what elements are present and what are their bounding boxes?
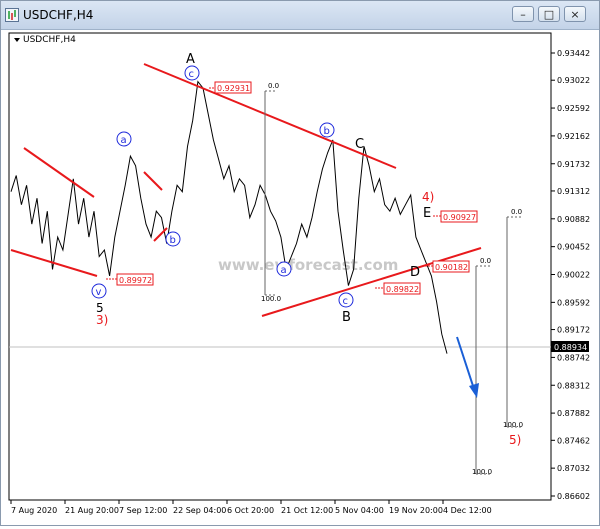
- chart-window: USDCHF,H4 – □ × USDCHF,H4 www.ewforecast…: [0, 0, 600, 526]
- y-tick-label: 0.93022: [557, 76, 590, 85]
- y-tick-label: 0.91732: [557, 160, 590, 169]
- y-tick-label: 0.89172: [557, 326, 590, 335]
- level-label: 0.90182: [435, 263, 468, 272]
- x-tick-label: 4 Dec 12:00: [443, 506, 492, 515]
- level-label: 0.89972: [119, 276, 152, 285]
- fib-label: 0.0: [480, 257, 491, 265]
- watermark-text: www.ewforecast.com: [218, 256, 398, 274]
- wave-label-c: c: [189, 69, 195, 80]
- current-price-label: 0.88934: [554, 343, 587, 352]
- wave-label-A: A: [186, 52, 195, 67]
- wave-label-D: D: [410, 265, 420, 280]
- x-tick-label: 21 Oct 12:00: [281, 506, 333, 515]
- price-chart[interactable]: USDCHF,H4 www.ewforecast.com 0.934420.93…: [1, 30, 599, 525]
- close-button[interactable]: ×: [564, 6, 586, 22]
- y-tick-label: 0.90452: [557, 243, 590, 252]
- minimize-button[interactable]: –: [512, 6, 534, 22]
- fib-label: 100.0: [261, 295, 281, 303]
- y-tick-label: 0.88742: [557, 353, 590, 362]
- y-tick-label: 0.90022: [557, 271, 590, 280]
- wave-label-b: b: [170, 235, 176, 246]
- wave-label-C: C: [355, 137, 364, 152]
- chart-area[interactable]: USDCHF,H4 www.ewforecast.com 0.93442 0.93…: [1, 30, 599, 525]
- fib-label: 100.0: [472, 468, 492, 476]
- x-tick-label: 6 Oct 20:00: [227, 506, 274, 515]
- y-tick-label: 0.87882: [557, 409, 590, 418]
- trendline-left-lower: [10, 249, 98, 277]
- trendline-small-1: [143, 171, 163, 191]
- fib-label: 0.0: [511, 208, 522, 216]
- y-tick-label: 0.91312: [557, 187, 590, 196]
- y-tick-label: 0.89592: [557, 298, 590, 307]
- x-tick-label: 21 Aug 20:00: [65, 506, 119, 515]
- wave-label-E: E: [423, 206, 431, 221]
- y-tick-label: 0.87032: [557, 464, 590, 473]
- level-label: 0.92931: [217, 84, 250, 93]
- y-tick-label: 0.93442: [557, 49, 590, 58]
- wave-label-3: 3): [96, 313, 108, 327]
- x-tick-label: 22 Sep 04:00: [173, 506, 226, 515]
- x-tick-label: 7 Sep 12:00: [119, 506, 167, 515]
- y-tick-label: 0.88312: [557, 381, 590, 390]
- window-title: USDCHF,H4: [23, 8, 94, 22]
- wave-label-a2: a: [281, 265, 287, 276]
- y-tick-label: 0.87462: [557, 436, 590, 445]
- x-axis: 7 Aug 2020 21 Aug 20:00 7 Sep 12:00 22 Sep …: [10, 500, 492, 515]
- window-titlebar[interactable]: USDCHF,H4 – □ ×: [1, 1, 599, 30]
- wave-label-b2: b: [324, 126, 330, 137]
- wave-label-c2: c: [343, 296, 349, 307]
- y-tick-label: 0.92592: [557, 104, 590, 113]
- x-tick-label: 7 Aug 2020: [11, 506, 57, 515]
- price-line: [10, 80, 448, 354]
- wave-label-a: a: [121, 135, 127, 146]
- level-label: 0.89822: [386, 285, 419, 294]
- y-tick-label: 0.90882: [557, 215, 590, 224]
- trendline-a-c: [143, 63, 397, 169]
- y-axis: 0.93442 0.93022 0.92592 0.92162 0.91732 0.913…: [551, 49, 590, 501]
- y-tick-label: 0.86602: [557, 492, 590, 501]
- y-tick-label: 0.92162: [557, 132, 590, 141]
- x-tick-label: 19 Nov 20:00: [389, 506, 443, 515]
- fib-label: 0.0: [268, 82, 279, 90]
- wave-labels: A c a b b C a c B v 5 3) 4) E D 5): [91, 52, 521, 447]
- chart-app-icon: [5, 8, 19, 22]
- wave-label-5-target: 5): [509, 433, 521, 447]
- symbol-triangle-icon: [14, 38, 20, 42]
- chart-symbol-label: USDCHF,H4: [23, 35, 76, 45]
- wave-label-4: 4): [422, 190, 434, 204]
- fib-labels: 0.0 100.0 0.0 100.0 0.0 100.0: [261, 82, 523, 476]
- price-series: [10, 80, 448, 354]
- trendline-left-upper: [23, 147, 95, 198]
- x-tick-label: 5 Nov 04:00: [335, 506, 384, 515]
- level-label: 0.90927: [443, 213, 476, 222]
- fib-label: 100.0: [503, 421, 523, 429]
- wave-label-B: B: [342, 310, 351, 325]
- wave-label-v: v: [96, 287, 102, 298]
- maximize-button[interactable]: □: [538, 6, 560, 22]
